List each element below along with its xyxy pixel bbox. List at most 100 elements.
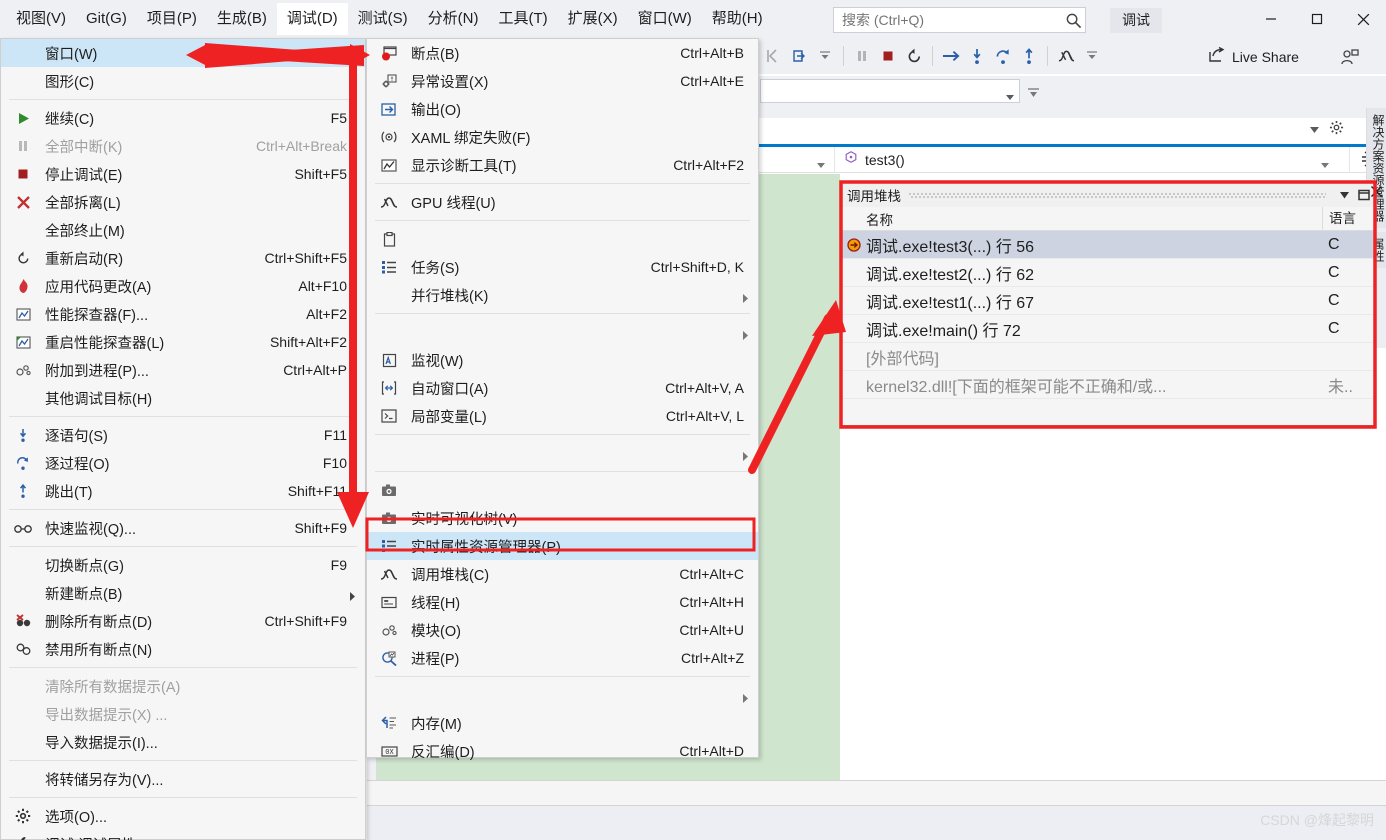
submenu-item-dom-explorer[interactable] (367, 439, 758, 467)
submenu-item-show-diagnostic-tools[interactable]: 显示诊断工具(T) Ctrl+Alt+F2 (367, 151, 758, 179)
menu-item-delete-all-breakpoints[interactable]: 删除所有断点(D) Ctrl+Shift+F9 (1, 607, 365, 635)
menu-item-import-datatips[interactable]: 导入数据提示(I)... (1, 728, 365, 756)
submenu-item-gpu-threads[interactable]: GPU 线程(U) (367, 188, 758, 216)
call-stack-close-icon[interactable] (1370, 185, 1383, 203)
menu-item-stop-debugging[interactable]: 停止调试(E) Shift+F5 (1, 160, 365, 188)
submenu-item-live-visual-tree[interactable] (367, 476, 758, 504)
submenu-item-parallel-stacks[interactable]: 任务(S) Ctrl+Shift+D, K (367, 253, 758, 281)
search-input[interactable] (834, 12, 1061, 28)
menu-item-step-into[interactable]: 逐语句(S) F11 (1, 421, 365, 449)
submenu-item-output[interactable]: 输出(O) (367, 95, 758, 123)
menu-item-apply-code-changes[interactable]: 应用代码更改(A) Alt+F10 (1, 272, 365, 300)
menu-project[interactable]: 项目(P) (137, 3, 207, 35)
minimize-button[interactable] (1248, 0, 1294, 38)
menu-build[interactable]: 生成(B) (207, 3, 277, 35)
show-next-statement-icon[interactable] (786, 41, 812, 71)
submenu-item-watch[interactable] (367, 318, 758, 346)
menu-item-step-out[interactable]: 跳出(T) Shift+F11 (1, 477, 365, 505)
menu-item-other-debug-targets[interactable]: 其他调试目标(H) (1, 384, 365, 412)
submenu-item-processes[interactable]: 模块(O) Ctrl+Alt+U (367, 616, 758, 644)
submenu-item-disassembly[interactable]: 内存(M) (367, 709, 758, 737)
submenu-item-live-property-explorer[interactable]: 实时可视化树(V) (367, 504, 758, 532)
submenu-item-xaml-binding-failures[interactable]: XAML 绑定失败(F) (367, 123, 758, 151)
stop-debugging-icon[interactable] (875, 41, 901, 71)
menu-window[interactable]: 窗口(W) (628, 3, 702, 35)
menu-debug[interactable]: 调试(D) (276, 3, 348, 35)
menu-item-detach-all[interactable]: 全部拆离(L) (1, 188, 365, 216)
chevron-down-icon[interactable] (1310, 121, 1319, 139)
menu-item-attach-to-process[interactable]: 附加到进程(P)... Ctrl+Alt+P (1, 356, 365, 384)
menu-test[interactable]: 测试(S) (348, 3, 418, 35)
gear-icon[interactable] (1329, 120, 1344, 140)
close-button[interactable] (1340, 0, 1386, 38)
step-over-icon[interactable] (990, 41, 1016, 71)
menu-item-performance-profiler[interactable]: 性能探查器(F)... Alt+F2 (1, 300, 365, 328)
submenu-item-threads[interactable]: 调用堆栈(C) Ctrl+Alt+C (367, 560, 758, 588)
submenu-item-tasks[interactable] (367, 225, 758, 253)
drag-grip[interactable] (909, 191, 1326, 199)
menu-help[interactable]: 帮助(H) (702, 3, 773, 35)
submenu-item-breakpoints[interactable]: 断点(B) Ctrl+Alt+B (367, 39, 758, 67)
table-row[interactable]: 调试.exe!test3(...) 行 56 C (842, 231, 1374, 259)
submenu-item-autos[interactable]: 监视(W) (367, 346, 758, 374)
submenu-item-diagnostic-analysis[interactable]: 进程(P) Ctrl+Alt+Z (367, 644, 758, 672)
menu-item-step-over[interactable]: 逐过程(O) F10 (1, 449, 365, 477)
submenu-item-call-stack[interactable]: 实时属性资源管理器(P) (367, 532, 758, 560)
table-row[interactable]: 调试.exe!test1(...) 行 67 C (842, 287, 1374, 315)
search-box[interactable] (833, 7, 1086, 33)
step-into-icon[interactable] (964, 41, 990, 71)
submenu-item-modules[interactable]: 线程(H) Ctrl+Alt+H (367, 588, 758, 616)
table-row[interactable]: 调试.exe!main() 行 72 C (842, 315, 1374, 343)
menu-item-options[interactable]: 选项(O)... (1, 802, 365, 830)
break-all-icon[interactable] (849, 41, 875, 71)
submenu-item-immediate[interactable]: 局部变量(L) Ctrl+Alt+V, L (367, 402, 758, 430)
step-back-icon[interactable] (760, 41, 786, 71)
menu-git[interactable]: Git(G) (76, 3, 137, 35)
maximize-button[interactable] (1294, 0, 1340, 38)
threads-toolbar-icon[interactable] (1053, 41, 1079, 71)
menu-item-save-dump-as[interactable]: 将转储另存为(V)... (1, 765, 365, 793)
member-dropdown[interactable]: test3() (835, 146, 1350, 173)
toolbar-overflow-icon[interactable] (1079, 41, 1105, 71)
submenu-item-memory[interactable] (367, 681, 758, 709)
step-out-icon[interactable] (1016, 41, 1042, 71)
column-header-name[interactable]: 名称 (842, 209, 1322, 229)
menu-tools[interactable]: 工具(T) (488, 3, 557, 35)
chevron-down-icon[interactable] (1334, 185, 1354, 205)
search-icon[interactable] (1061, 8, 1085, 32)
menu-item-debug-properties[interactable]: 调试 调试属性 (1, 830, 365, 840)
debug-menu-dropdown[interactable]: 窗口(W) 图形(C) 继续(C) F5 全部中断(K) Ctrl+Alt+Br… (0, 38, 366, 840)
table-row[interactable]: kernel32.dll![下面的框架可能不正确和/或... 未.. (842, 371, 1374, 399)
menu-extensions[interactable]: 扩展(X) (558, 3, 628, 35)
restart-icon[interactable] (901, 41, 927, 71)
submenu-item-exception-settings[interactable]: 异常设置(X) Ctrl+Alt+E (367, 67, 758, 95)
toolbar-overflow-icon[interactable] (1028, 86, 1039, 104)
menu-item-windows[interactable]: 窗口(W) (1, 39, 365, 67)
table-row[interactable]: 调试.exe!test2(...) 行 62 C (842, 259, 1374, 287)
continue-arrow-icon[interactable] (938, 41, 964, 71)
windows-submenu[interactable]: 断点(B) Ctrl+Alt+B 异常设置(X) Ctrl+Alt+E 输出(O… (366, 38, 759, 761)
menu-view[interactable]: 视图(V) (6, 3, 76, 35)
menu-item-terminate-all[interactable]: 全部终止(M) (1, 216, 365, 244)
menu-analyze[interactable]: 分析(N) (418, 3, 489, 35)
submenu-item-parallel-watch[interactable]: 并行堆栈(K) (367, 281, 758, 309)
table-row[interactable]: [外部代码] (842, 343, 1374, 371)
menu-item-toggle-breakpoint[interactable]: 切换断点(G) F9 (1, 551, 365, 579)
menu-item-graphics[interactable]: 图形(C) (1, 67, 365, 95)
column-header-language[interactable]: 语言 (1322, 206, 1374, 231)
submenu-item-label: XAML 绑定失败(F) (411, 130, 531, 147)
menu-item-continue[interactable]: 继续(C) F5 (1, 104, 365, 132)
menu-item-quick-watch[interactable]: 快速监视(Q)... Shift+F9 (1, 514, 365, 542)
toolbar-overflow-icon[interactable] (812, 41, 838, 71)
live-share-button[interactable]: Live Share (1208, 46, 1299, 66)
menu-item-export-datatips: 导出数据提示(X) ... (1, 700, 365, 728)
account-icon[interactable] (1340, 48, 1360, 73)
submenu-item-registers[interactable]: 0X 反汇编(D) Ctrl+Alt+D (367, 737, 758, 765)
menu-item-restart[interactable]: 重新启动(R) Ctrl+Shift+F5 (1, 244, 365, 272)
menu-item-new-breakpoint[interactable]: 新建断点(B) (1, 579, 365, 607)
menu-item-rerun-performance-profiler[interactable]: 重启性能探查器(L) Shift+Alt+F2 (1, 328, 365, 356)
submenu-item-locals[interactable]: 自动窗口(A) Ctrl+Alt+V, A (367, 374, 758, 402)
menu-item-disable-all-breakpoints[interactable]: 禁用所有断点(N) (1, 635, 365, 663)
call-stack-window[interactable]: 调用堆栈 名称 语言 调试.exe!test3(...) 行 56 C 调试.e… (841, 182, 1375, 426)
scope-combobox[interactable] (760, 79, 1020, 103)
